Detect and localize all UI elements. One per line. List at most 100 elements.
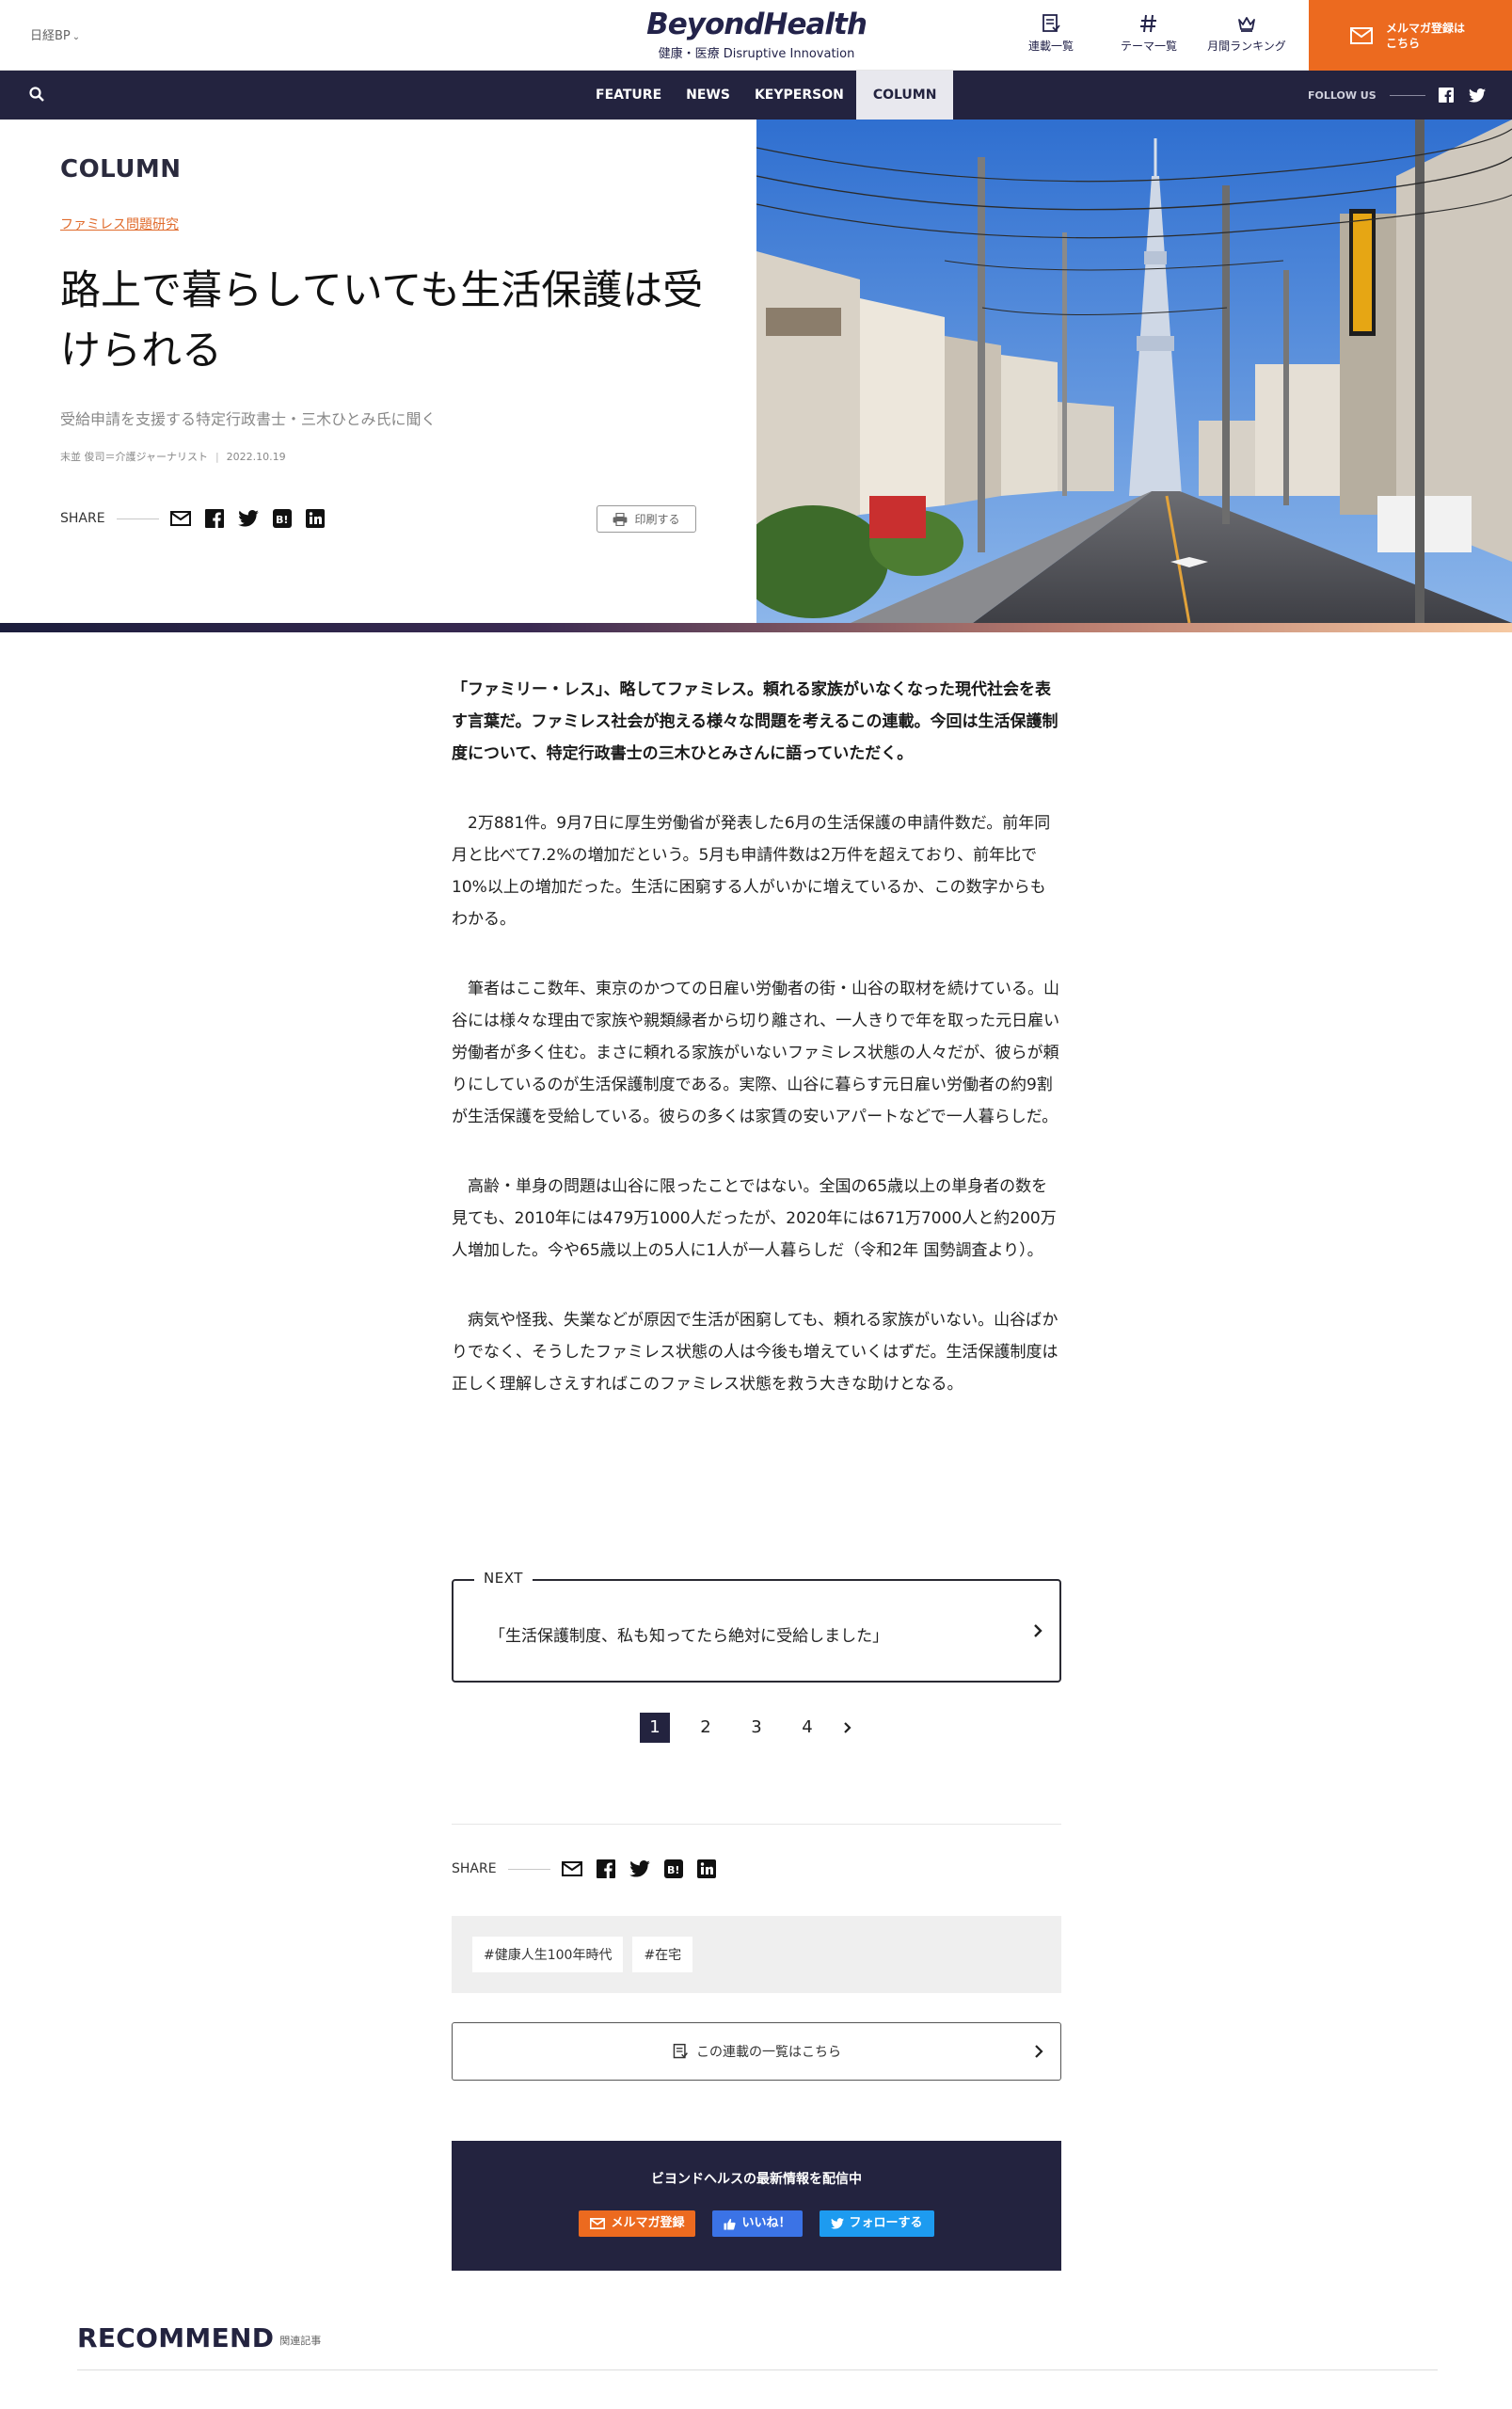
twitter-icon[interactable] — [629, 1860, 650, 1877]
recommend-title: RECOMMEND — [77, 2322, 275, 2353]
article-body: 「ファミリー・レス」、略してファミレス。頼れる家族がいなくなった現代社会を表す言… — [452, 674, 1061, 1438]
twitter-button-label: フォローする — [849, 2216, 923, 2230]
page-4[interactable]: 4 — [792, 1713, 822, 1743]
tool-ranking[interactable]: 月間ランキング — [1198, 13, 1296, 54]
newsletter-panel: ビヨンドヘルスの最新情報を配信中 メルマガ登録 いいね！ フォローする — [452, 2141, 1061, 2271]
facebook-icon[interactable] — [1438, 88, 1454, 103]
share-bar-bottom: SHARE B! — [452, 1859, 730, 1878]
recommend-subtitle: 関連記事 — [279, 2335, 322, 2347]
next-page-icon[interactable] — [843, 1721, 852, 1734]
page-title: 路上で暮らしていても生活保護は受けられる — [60, 267, 704, 375]
hero-image — [756, 120, 1512, 623]
street-photo — [756, 120, 1512, 623]
facebook-icon[interactable] — [204, 509, 224, 528]
nav-keyperson[interactable]: KEYPERSON — [742, 71, 856, 120]
hatena-bookmark-icon[interactable]: B! — [272, 509, 292, 528]
newsletter-signup-button[interactable]: メルマガ登録は こちら — [1309, 0, 1512, 71]
series-list-button[interactable]: この連載の一覧はこちら — [452, 2022, 1061, 2081]
facebook-like-button[interactable]: いいね！ — [712, 2210, 803, 2237]
chevron-down-icon: ⌄ — [72, 32, 81, 42]
printer-icon — [613, 512, 628, 526]
brand-tagline: 健康・医療 Disruptive Innovation — [658, 47, 855, 61]
like-button-label: いいね！ — [741, 2216, 791, 2230]
divider — [116, 518, 159, 519]
page-3[interactable]: 3 — [741, 1713, 772, 1743]
divider — [77, 2369, 1438, 2370]
tool-series-list[interactable]: 連載一覧 — [1002, 13, 1100, 54]
publish-date: 2022.10.19 — [226, 451, 286, 463]
newsletter-mail-button[interactable]: メルマガ登録 — [579, 2210, 696, 2237]
cta-line: メルマガ登録は — [1386, 21, 1466, 35]
page-1[interactable]: 1 — [640, 1713, 670, 1743]
newsletter-heading: ビヨンドヘルスの最新情報を配信中 — [651, 2172, 862, 2187]
mail-icon — [590, 2218, 606, 2229]
twitter-icon[interactable] — [237, 510, 259, 527]
linkedin-icon[interactable] — [305, 509, 325, 528]
tool-theme-list[interactable]: テーマ一覧 — [1100, 13, 1198, 54]
hash-icon — [1140, 14, 1156, 33]
twitter-icon — [830, 2218, 844, 2229]
thumbs-up-icon — [724, 2218, 737, 2230]
follow-us: FOLLOW US — [1308, 71, 1501, 120]
divider — [1389, 94, 1425, 96]
tool-label: テーマ一覧 — [1120, 40, 1177, 53]
gradient-divider — [0, 623, 1512, 632]
pagination: 1 2 3 4 — [640, 1713, 852, 1743]
tag-list: #健康人生100年時代 #在宅 — [452, 1916, 1061, 1993]
tag-item[interactable]: #在宅 — [632, 1937, 693, 1972]
tag-item[interactable]: #健康人生100年時代 — [472, 1937, 624, 1972]
divider — [452, 1824, 1061, 1825]
publisher-label: 日経BP — [30, 29, 71, 43]
tool-label: 連載一覧 — [1027, 40, 1074, 53]
chevron-right-icon — [1034, 1624, 1042, 1637]
next-title: 「生活保護制度、私も知ってたら絶対に受給しました」 — [489, 1627, 889, 1646]
author: 末並 俊司＝介護ジャーナリスト — [60, 451, 208, 463]
mail-icon — [1350, 26, 1373, 44]
article-header: COLUMN ファミレス問題研究 路上で暮らしていても生活保護は受けられる 受給… — [0, 120, 756, 623]
chevron-right-icon — [1035, 2045, 1043, 2058]
linkedin-icon[interactable] — [696, 1859, 716, 1878]
cta-line: こちら — [1386, 36, 1421, 50]
article-lead: 「ファミリー・レス」、略してファミレス。頼れる家族がいなくなった現代社会を表す言… — [452, 680, 1058, 763]
byline-separator: | — [215, 451, 219, 463]
hatena-bookmark-icon[interactable]: B! — [663, 1859, 683, 1878]
byline: 末並 俊司＝介護ジャーナリスト | 2022.10.19 — [60, 449, 286, 464]
recommend-heading: RECOMMEND 関連記事 — [77, 2322, 321, 2353]
mail-icon[interactable] — [169, 511, 191, 526]
nav-menu: FEATURE NEWS KEYPERSON COLUMN — [583, 71, 954, 120]
follow-label: FOLLOW US — [1308, 88, 1377, 102]
print-label: 印刷する — [634, 513, 680, 526]
site-logo[interactable]: BeyondHealth 健康・医療 Disruptive Innovation — [645, 8, 867, 61]
nav-news[interactable]: NEWS — [674, 71, 742, 120]
series-list-label: この連載の一覧はこちら — [696, 2045, 841, 2060]
publisher-dropdown[interactable]: 日経BP ⌄ — [30, 25, 80, 43]
mail-icon[interactable] — [561, 1861, 582, 1876]
section-label: COLUMN — [60, 155, 182, 183]
series-link[interactable]: ファミレス問題研究 — [60, 215, 179, 233]
search-button[interactable] — [28, 86, 45, 106]
top-header: 日経BP ⌄ BeyondHealth 健康・医療 Disruptive Inno… — [0, 0, 1512, 71]
svg-text:B!: B! — [667, 1864, 679, 1876]
article-paragraph: 筆者はここ数年、東京のかつての日雇い労働者の街・山谷の取材を続けている。山谷には… — [452, 980, 1060, 1126]
brand-name: BeyondHealth — [646, 8, 867, 41]
facebook-icon[interactable] — [596, 1859, 615, 1878]
svg-text:B!: B! — [276, 514, 288, 526]
print-button[interactable]: 印刷する — [597, 505, 696, 533]
article-subtitle: 受給申請を支援する特定行政書士・三木ひとみ氏に聞く — [60, 410, 437, 428]
twitter-icon[interactable] — [1468, 88, 1486, 103]
article-paragraph: 高齢・単身の問題は山谷に限ったことではない。全国の65歳以上の単身者の数を見ても… — [452, 1177, 1057, 1260]
article-paragraph: 2万881件。9月7日に厚生労働省が発表した6月の生活保護の申請件数だ。前年同月… — [452, 814, 1051, 929]
nav-feature[interactable]: FEATURE — [583, 71, 674, 120]
share-label: SHARE — [452, 1861, 497, 1876]
next-page-link[interactable]: NEXT 「生活保護制度、私も知ってたら絶対に受給しました」 — [452, 1570, 1061, 1683]
share-bar-top: SHARE B! — [60, 509, 339, 528]
tool-label: 月間ランキング — [1207, 40, 1286, 53]
twitter-follow-button[interactable]: フォローする — [819, 2210, 934, 2237]
nav-column[interactable]: COLUMN — [855, 71, 954, 120]
main-nav: FEATURE NEWS KEYPERSON COLUMN FOLLOW US — [0, 71, 1512, 120]
search-icon — [29, 87, 44, 102]
page-2[interactable]: 2 — [691, 1713, 721, 1743]
article-paragraph: 病気や怪我、失業などが原因で生活が困窮しても、頼れる家族がいない。山谷ばかりでな… — [452, 1311, 1058, 1394]
share-label: SHARE — [60, 511, 105, 526]
header-tools: 連載一覧 テーマ一覧 月間ランキング — [1002, 13, 1296, 54]
